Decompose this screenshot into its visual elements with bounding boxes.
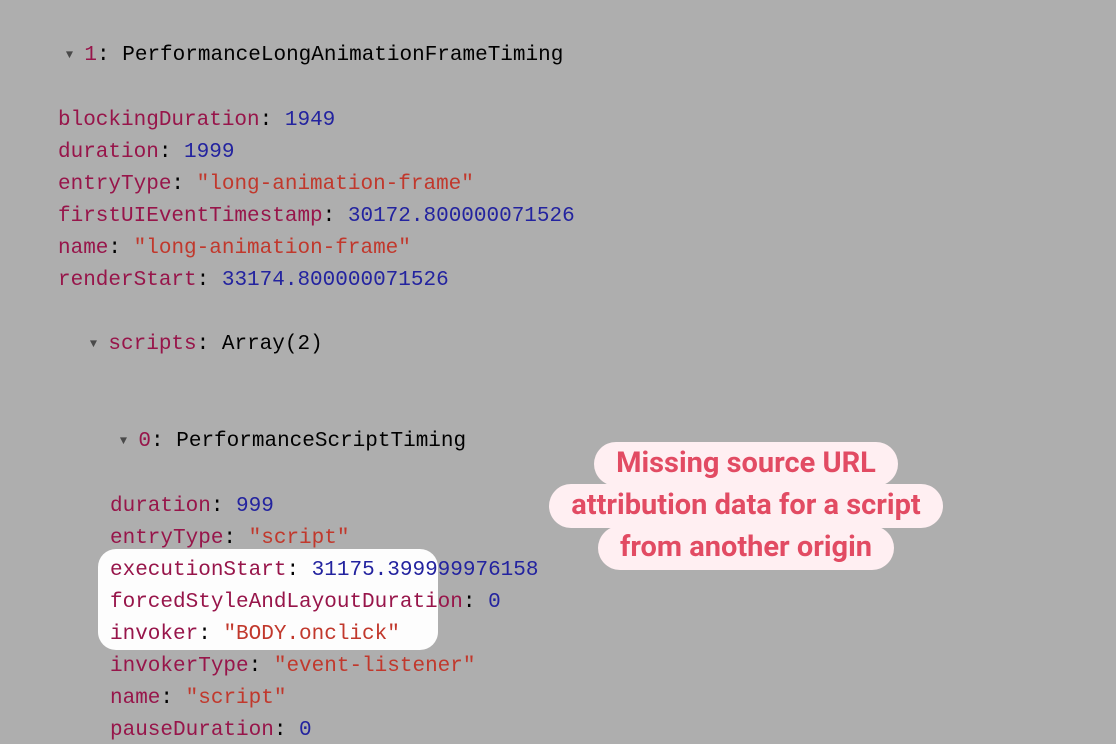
tree-row[interactable]: blockingDuration: 1949 <box>12 105 1116 137</box>
tree-key: 1 <box>84 44 97 67</box>
tree-row[interactable]: invoker: "BODY.onclick" <box>12 619 1116 651</box>
chevron-down-icon[interactable] <box>116 425 130 457</box>
tree-row[interactable]: name: "script" <box>12 683 1116 715</box>
tree-row[interactable]: forcedStyleAndLayoutDuration: 0 <box>12 587 1116 619</box>
tree-row[interactable]: duration: 1999 <box>12 137 1116 169</box>
tree-value: PerformanceLongAnimationFrameTiming <box>122 44 563 67</box>
tree-row[interactable]: name: "long-animation-frame" <box>12 233 1116 265</box>
tree-row[interactable]: renderStart: 33174.800000071526 <box>12 265 1116 297</box>
tree-row[interactable]: pauseDuration: 0 <box>12 715 1116 744</box>
callout-line: from another origin <box>598 526 894 570</box>
console-object-tree: 1: PerformanceLongAnimationFrameTiming b… <box>0 0 1116 744</box>
tree-row[interactable]: entryType: "long-animation-frame" <box>12 169 1116 201</box>
callout-line: Missing source URL <box>594 442 898 486</box>
callout-line: attribution data for a script <box>549 484 942 528</box>
tree-row-scripts[interactable]: scripts: Array(2) <box>12 297 1116 394</box>
chevron-down-icon[interactable] <box>62 39 76 71</box>
tree-row[interactable]: firstUIEventTimestamp: 30172.80000007152… <box>12 201 1116 233</box>
tree-row[interactable]: invokerType: "event-listener" <box>12 651 1116 683</box>
tree-row-root[interactable]: 1: PerformanceLongAnimationFrameTiming <box>12 8 1116 105</box>
annotation-callout: Missing source URL attribution data for … <box>516 442 976 568</box>
chevron-down-icon[interactable] <box>86 328 100 360</box>
